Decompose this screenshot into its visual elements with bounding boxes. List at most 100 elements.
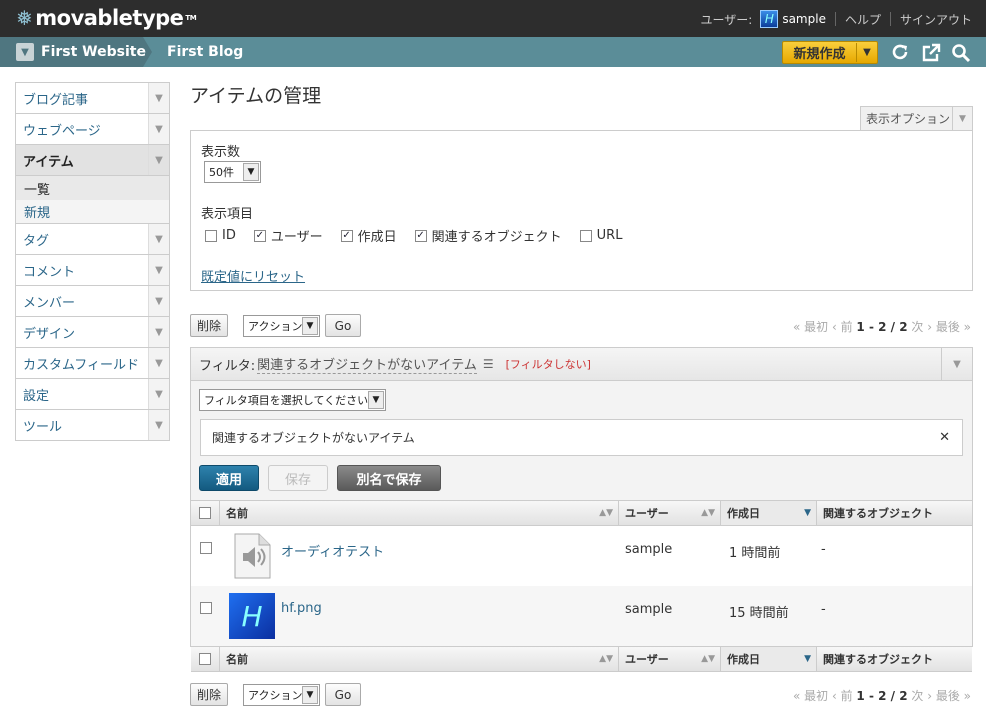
delete-button-bottom[interactable]: 削除 (190, 683, 228, 706)
chevron-down-icon[interactable]: ▼ (148, 348, 169, 378)
sort-icon[interactable]: ▲▼ (701, 508, 715, 518)
delete-button-top[interactable]: 削除 (190, 314, 228, 337)
chevron-down-icon[interactable]: ▼ (148, 286, 169, 316)
chevron-down-icon[interactable]: ▼ (148, 83, 169, 113)
top-bar: ❅ movabletype TM ユーザー: H sample ヘルプ サインア… (0, 0, 986, 37)
new-create-button[interactable]: 新規作成 ▼ (782, 41, 878, 64)
column-checkbox[interactable]: ✓ (414, 229, 427, 242)
blog-name[interactable]: First Blog (167, 44, 243, 60)
chevron-down-icon[interactable]: ▼ (302, 686, 318, 704)
column-user[interactable]: ユーザー ▲▼ (619, 501, 721, 525)
sidebar-item-members[interactable]: メンバー ▼ (16, 286, 169, 317)
chevron-down-icon[interactable]: ▼ (243, 163, 259, 181)
save-as-button[interactable]: 別名で保存 (337, 465, 441, 491)
table-row: H hf.png sample 15 時間前 - (191, 586, 972, 646)
movabletype-logo[interactable]: ❅ movabletype TM (16, 6, 197, 30)
chevron-down-icon[interactable]: ▼ (857, 47, 877, 58)
column-related[interactable]: 関連するオブジェクト (817, 647, 972, 671)
user-avatar[interactable]: H (760, 10, 779, 28)
column-option-related[interactable]: ✓ 関連するオブジェクト (414, 226, 562, 245)
display-options-label: 表示オプション (866, 112, 951, 126)
row-checkbox[interactable] (200, 602, 212, 614)
chevron-down-icon[interactable]: ▼ (148, 410, 169, 440)
sidebar-item-pages[interactable]: ウェブページ ▼ (16, 114, 169, 145)
list-icon[interactable]: ☰ (483, 357, 494, 371)
column-created[interactable]: 作成日 ▼ (721, 501, 817, 525)
action-select-value: アクション... (248, 689, 302, 702)
sidebar-item-assets[interactable]: アイテム ▼ (16, 145, 169, 176)
chevron-down-icon[interactable]: ▼ (148, 224, 169, 254)
save-button[interactable]: 保存 (268, 465, 328, 491)
chevron-down-icon[interactable]: ▼ (148, 317, 169, 347)
sort-icon[interactable]: ▲▼ (599, 508, 613, 518)
action-select-top[interactable]: アクション... ▼ (243, 315, 320, 337)
sidebar-subitem-list[interactable]: 一覧 (16, 176, 169, 200)
column-checkbox[interactable] (579, 229, 592, 242)
count-select[interactable]: 50件 ▼ (204, 161, 261, 183)
sidebar-item-tools[interactable]: ツール ▼ (16, 410, 169, 441)
chevron-down-icon[interactable]: ▼ (368, 391, 384, 409)
column-checkbox[interactable]: ✓ (253, 229, 266, 242)
column-name[interactable]: 名前 ▲▼ (220, 647, 619, 671)
column-option-created[interactable]: ✓ 作成日 (340, 226, 397, 245)
column-checkbox[interactable]: ✓ (340, 229, 353, 242)
filter-item-select[interactable]: フィルタ項目を選択してください ▼ (199, 389, 386, 411)
go-button-top[interactable]: Go (325, 314, 361, 337)
column-name[interactable]: 名前 ▲▼ (220, 501, 619, 525)
sidebar-item-design[interactable]: デザイン ▼ (16, 317, 169, 348)
display-options-tab[interactable]: 表示オプション ▼ (860, 106, 973, 130)
sidebar-item-comments[interactable]: コメント ▼ (16, 255, 169, 286)
website-switcher[interactable]: ▼ First Website (0, 37, 152, 67)
row-checkbox[interactable] (200, 542, 212, 554)
asset-name-link[interactable]: オーディオテスト (281, 541, 384, 560)
column-created[interactable]: 作成日 ▼ (721, 647, 817, 671)
filter-header[interactable]: フィルタ: 関連するオブジェクトがないアイテム ☰ [フィルタしない] ▼ (191, 348, 972, 381)
column-option-url[interactable]: URL (579, 226, 622, 245)
help-link[interactable]: ヘルプ (845, 11, 881, 28)
column-checkbox[interactable] (205, 229, 217, 242)
chevron-down-icon[interactable]: ▼ (952, 107, 972, 130)
chevron-down-icon[interactable]: ▼ (148, 379, 169, 409)
sidebar-item-label: ウェブページ (23, 123, 101, 139)
refresh-icon[interactable] (890, 43, 910, 63)
sort-desc-icon[interactable]: ▼ (804, 654, 811, 664)
column-option-id[interactable]: ID (205, 226, 236, 245)
sidebar-item-settings[interactable]: 設定 ▼ (16, 379, 169, 410)
sidebar-item-tags[interactable]: タグ ▼ (16, 224, 169, 255)
reset-defaults-link[interactable]: 既定値にリセット (201, 266, 305, 285)
column-related[interactable]: 関連するオブジェクト (817, 501, 972, 525)
column-option-user[interactable]: ✓ ユーザー (253, 226, 323, 245)
column-user[interactable]: ユーザー ▲▼ (619, 647, 721, 671)
chevron-down-icon[interactable]: ▼ (16, 43, 34, 61)
asset-name-link[interactable]: hf.png (281, 601, 322, 616)
count-label: 表示数 (201, 145, 241, 160)
chevron-down-icon[interactable]: ▼ (941, 348, 972, 380)
go-button-bottom[interactable]: Go (325, 683, 361, 706)
chevron-down-icon[interactable]: ▼ (148, 114, 169, 144)
signout-link[interactable]: サインアウト (900, 11, 972, 28)
filter-name[interactable]: 関連するオブジェクトがないアイテム (257, 354, 477, 374)
sidebar-item-entries[interactable]: ブログ記事 ▼ (16, 83, 169, 114)
apply-button[interactable]: 適用 (199, 465, 259, 491)
action-select-bottom[interactable]: アクション... ▼ (243, 684, 320, 706)
close-icon[interactable]: ✕ (939, 430, 950, 445)
view-site-icon[interactable] (921, 43, 941, 63)
sidebar-item-custom-fields[interactable]: カスタムフィールド ▼ (16, 348, 169, 379)
pager-first: « 最初 (792, 320, 829, 334)
sidebar-item-label: カスタムフィールド (23, 357, 139, 373)
column-header-label: 作成日 (727, 653, 760, 666)
chevron-down-icon[interactable]: ▼ (148, 255, 169, 285)
sort-icon[interactable]: ▲▼ (599, 654, 613, 664)
website-name: First Website (41, 44, 146, 60)
select-all-checkbox[interactable] (199, 507, 211, 519)
chevron-down-icon[interactable]: ▼ (148, 145, 169, 175)
image-thumbnail[interactable]: H (229, 593, 275, 639)
user-name-link[interactable]: sample (782, 12, 826, 26)
select-all-checkbox[interactable] (199, 653, 211, 665)
search-icon[interactable] (951, 43, 971, 63)
sort-icon[interactable]: ▲▼ (701, 654, 715, 664)
no-filter-link[interactable]: [フィルタしない] (506, 356, 591, 372)
sidebar-subitem-new[interactable]: 新規 (16, 200, 169, 224)
chevron-down-icon[interactable]: ▼ (302, 317, 318, 335)
sort-desc-icon[interactable]: ▼ (804, 508, 811, 518)
